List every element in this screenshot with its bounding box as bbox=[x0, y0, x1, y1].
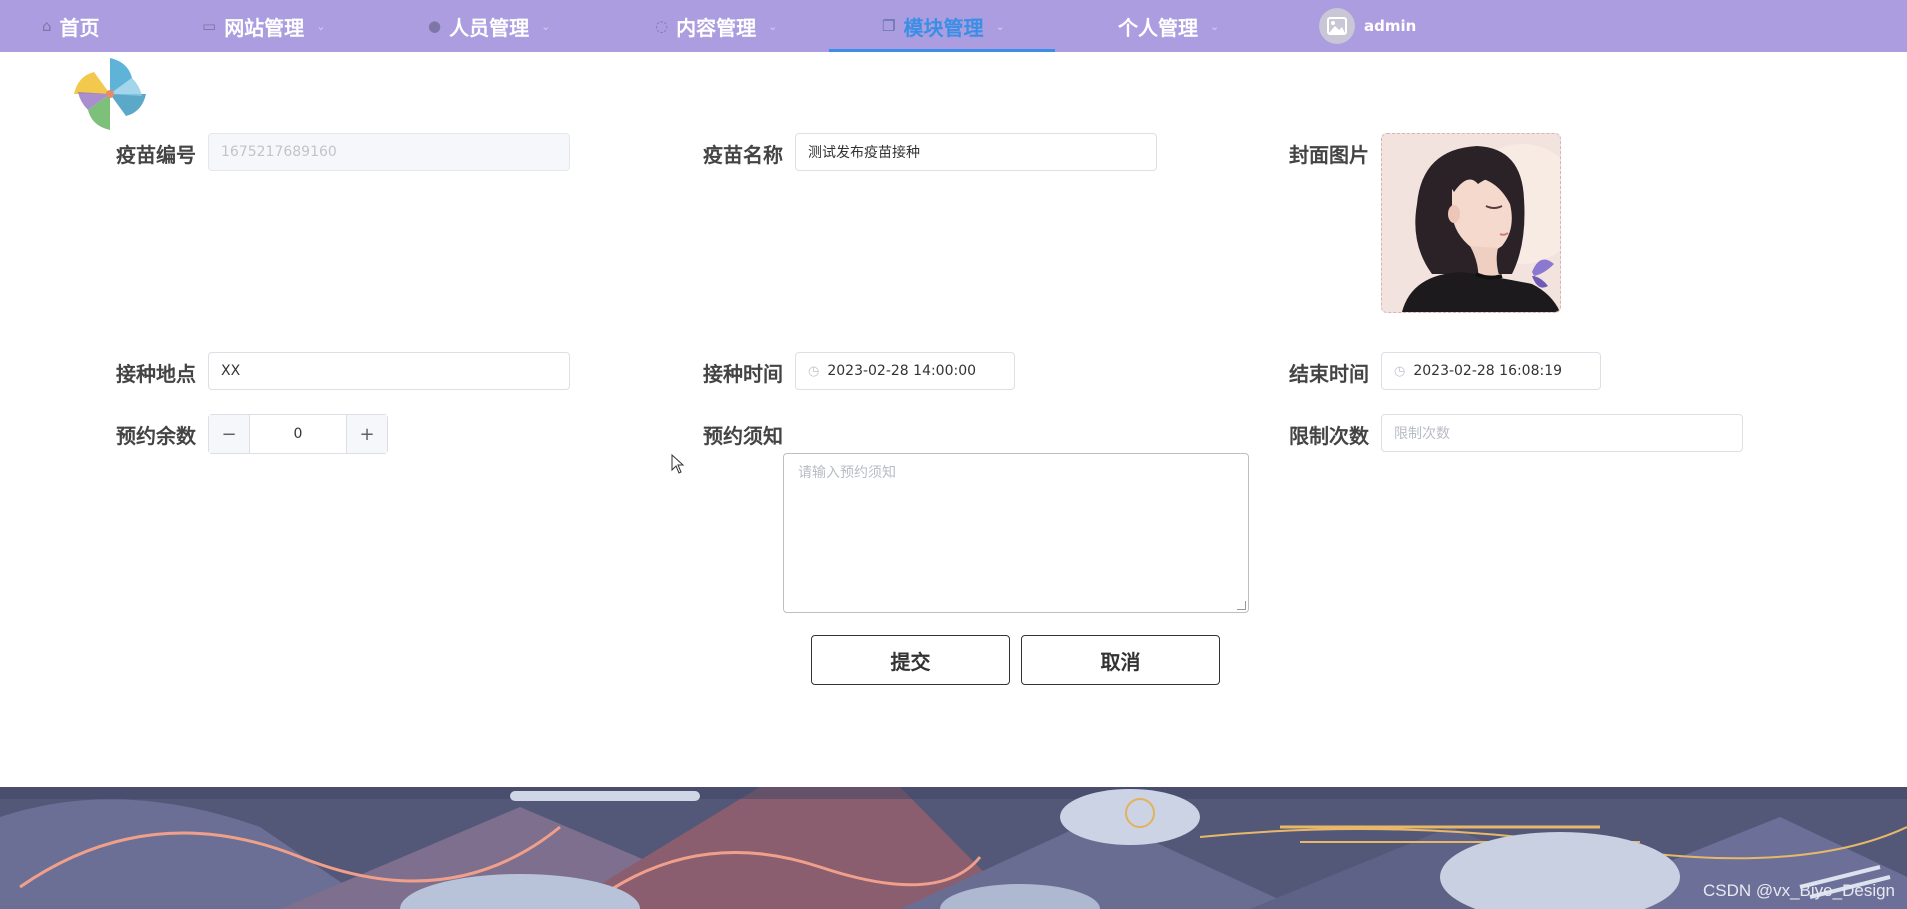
notice-placeholder: 请输入预约须知 bbox=[798, 465, 896, 481]
nav-item-staff-management[interactable]: ● 人员管理 ⌄ bbox=[428, 0, 550, 52]
nav-item-label: 首页 bbox=[59, 15, 100, 40]
limit-label: 限制次数 bbox=[1289, 423, 1369, 448]
mouse-cursor-icon bbox=[671, 454, 685, 474]
limit-placeholder: 限制次数 bbox=[1394, 426, 1450, 442]
increment-button[interactable]: + bbox=[346, 415, 387, 453]
end-time-label: 结束时间 bbox=[1289, 361, 1369, 386]
cancel-button[interactable]: 取消 bbox=[1021, 635, 1220, 685]
location-label: 接种地点 bbox=[116, 361, 196, 386]
decrement-button[interactable]: − bbox=[209, 415, 250, 453]
top-nav-bar: ⌂ 首页 ▭ 网站管理 ⌄ ● 人员管理 ⌄ ◌ 内容管理 ⌄ ❐ 模块管理 ⌄… bbox=[0, 0, 1907, 52]
remaining-value[interactable]: 0 bbox=[250, 415, 346, 453]
cover-image-label: 封面图片 bbox=[1289, 142, 1369, 167]
chevron-down-icon: ⌄ bbox=[768, 19, 778, 33]
avatar[interactable] bbox=[1319, 8, 1355, 44]
chevron-down-icon: ⌄ bbox=[1210, 19, 1220, 33]
mountains-clouds-illustration bbox=[0, 787, 1907, 909]
vaccine-name-value: 测试发布疫苗接种 bbox=[808, 145, 920, 161]
copy-icon: ❐ bbox=[882, 17, 896, 35]
nav-item-home[interactable]: ⌂ 首页 bbox=[42, 0, 100, 52]
start-time-picker[interactable]: ◷ 2023-02-28 14:00:00 bbox=[795, 352, 1015, 390]
decorative-footer-banner: CSDN @vx_Biye_Design bbox=[0, 787, 1907, 909]
remaining-stepper: − 0 + bbox=[208, 414, 388, 454]
nav-item-label: 个人管理 bbox=[1118, 15, 1198, 40]
nav-item-label: 人员管理 bbox=[449, 15, 530, 40]
chevron-down-icon: ⌄ bbox=[995, 19, 1005, 33]
remaining-label: 预约余数 bbox=[116, 423, 196, 448]
end-time-value: 2023-02-28 16:08:19 bbox=[1413, 363, 1563, 379]
location-value: XX bbox=[221, 363, 241, 379]
nav-item-content-management[interactable]: ◌ 内容管理 ⌄ bbox=[655, 0, 777, 52]
pinwheel-logo bbox=[74, 58, 146, 130]
notice-label: 预约须知 bbox=[703, 423, 783, 448]
vaccine-name-input[interactable]: 测试发布疫苗接种 bbox=[795, 133, 1157, 171]
vaccine-name-label: 疫苗名称 bbox=[703, 142, 783, 167]
submit-button[interactable]: 提交 bbox=[811, 635, 1010, 685]
notice-textarea[interactable]: 请输入预约须知 bbox=[783, 453, 1249, 613]
user-icon: ● bbox=[428, 17, 442, 35]
username[interactable]: admin bbox=[1364, 0, 1416, 52]
clock-icon: ◷ bbox=[808, 363, 820, 379]
chevron-down-icon: ⌄ bbox=[541, 19, 551, 33]
clock-icon: ◷ bbox=[1394, 363, 1406, 379]
start-time-value: 2023-02-28 14:00:00 bbox=[827, 363, 977, 379]
monitor-icon: ▭ bbox=[202, 17, 217, 35]
image-icon bbox=[1327, 17, 1347, 35]
nav-item-label: 网站管理 bbox=[224, 15, 305, 40]
watermark-text: CSDN @vx_Biye_Design bbox=[1702, 881, 1895, 900]
vaccine-id-value: 1675217689160 bbox=[221, 144, 337, 160]
nav-item-personal-management[interactable]: 个人管理 ⌄ bbox=[1118, 0, 1219, 52]
chevron-down-icon: ⌄ bbox=[316, 19, 326, 33]
resize-handle[interactable] bbox=[1237, 601, 1246, 610]
nav-item-module-management[interactable]: ❐ 模块管理 ⌄ bbox=[882, 0, 1005, 52]
start-time-label: 接种时间 bbox=[703, 361, 783, 386]
nav-item-site-management[interactable]: ▭ 网站管理 ⌄ bbox=[202, 0, 325, 52]
limit-input[interactable]: 限制次数 bbox=[1381, 414, 1743, 452]
nav-item-label: 内容管理 bbox=[676, 15, 757, 40]
vaccine-id-label: 疫苗编号 bbox=[116, 142, 196, 167]
cover-image-upload[interactable] bbox=[1381, 133, 1561, 313]
nav-item-label: 模块管理 bbox=[903, 15, 984, 40]
vaccine-id-input: 1675217689160 bbox=[208, 133, 570, 171]
cover-image-preview bbox=[1382, 134, 1560, 312]
location-input[interactable]: XX bbox=[208, 352, 570, 390]
chat-icon: ◌ bbox=[655, 17, 669, 35]
active-tab-indicator bbox=[829, 49, 1055, 52]
home-icon: ⌂ bbox=[42, 17, 52, 35]
end-time-picker[interactable]: ◷ 2023-02-28 16:08:19 bbox=[1381, 352, 1601, 390]
